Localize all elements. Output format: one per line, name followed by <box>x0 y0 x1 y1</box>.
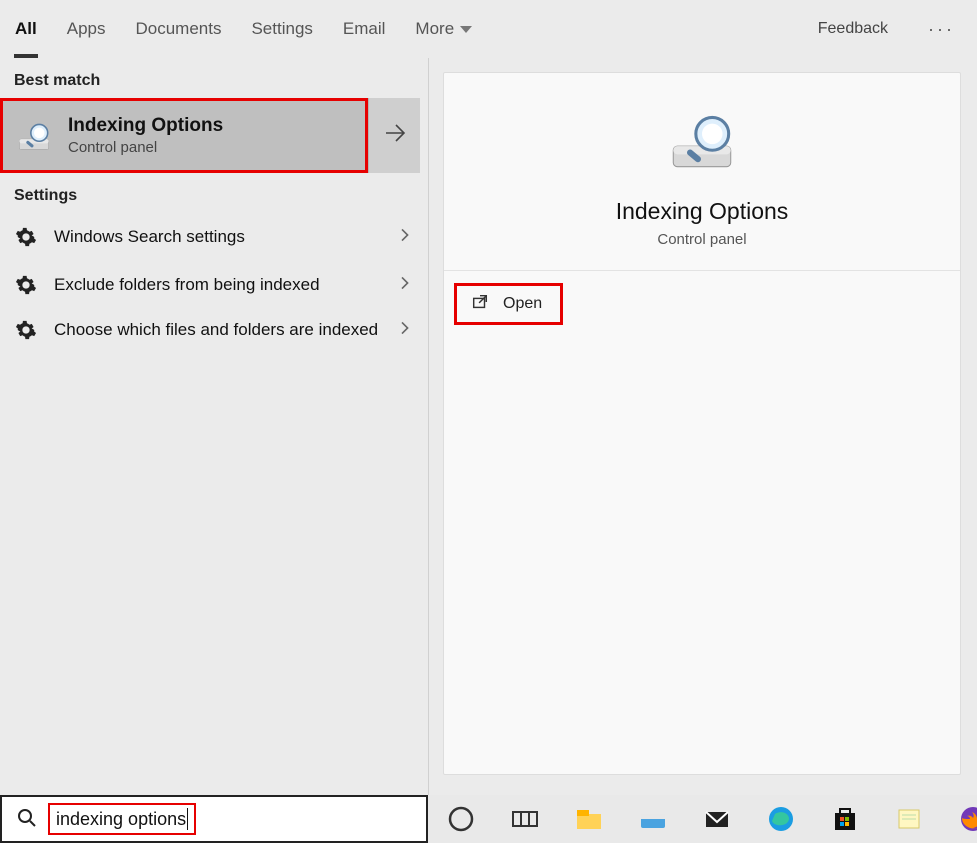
settings-result-exclude-folders[interactable]: Exclude folders from being indexed <box>0 261 428 309</box>
indexing-options-icon <box>14 116 54 156</box>
feedback-link[interactable]: Feedback <box>803 0 906 58</box>
open-action-label: Open <box>503 295 542 313</box>
tab-email[interactable]: Email <box>328 0 401 58</box>
results-column: Best match Indexing Options Control pane… <box>0 58 428 795</box>
settings-result-windows-search[interactable]: Windows Search settings <box>0 213 428 261</box>
details-title: Indexing Options <box>616 198 789 225</box>
settings-item-label: Windows Search settings <box>54 226 382 248</box>
gear-icon <box>14 226 38 248</box>
best-match-main[interactable]: Indexing Options Control panel <box>0 98 368 173</box>
tab-documents[interactable]: Documents <box>120 0 236 58</box>
open-action[interactable]: Open <box>454 283 563 325</box>
taskbar <box>428 795 977 843</box>
section-header-settings: Settings <box>0 173 428 213</box>
settings-item-label: Exclude folders from being indexed <box>54 274 382 296</box>
taskbar-edge-icon[interactable] <box>766 804 796 834</box>
search-icon <box>16 807 36 832</box>
gear-icon <box>14 319 38 341</box>
taskbar-notes-icon[interactable] <box>894 804 924 834</box>
tab-more-label: More <box>415 19 454 39</box>
details-header: Indexing Options Control panel <box>444 73 960 271</box>
best-match-subtitle: Control panel <box>68 139 223 156</box>
taskbar-store-icon[interactable] <box>830 804 860 834</box>
arrow-right-icon <box>382 120 408 151</box>
tab-apps[interactable]: Apps <box>52 0 121 58</box>
more-options-button[interactable]: ··· <box>906 0 977 58</box>
best-match-expand-button[interactable] <box>368 98 420 173</box>
settings-result-choose-files[interactable]: Choose which files and folders are index… <box>0 309 428 351</box>
best-match-title: Indexing Options <box>68 115 223 137</box>
search-query-text: indexing options <box>56 809 186 830</box>
chevron-right-icon <box>398 320 414 341</box>
gear-icon <box>14 274 38 296</box>
section-header-best-match: Best match <box>0 58 428 98</box>
taskbar-file-explorer-icon[interactable] <box>574 804 604 834</box>
details-panel: Indexing Options Control panel Open <box>443 72 961 775</box>
details-subtitle: Control panel <box>657 231 746 248</box>
taskbar-firefox-icon[interactable] <box>958 804 977 834</box>
chevron-right-icon <box>398 227 414 248</box>
indexing-options-icon <box>663 101 741 184</box>
search-box[interactable]: indexing options <box>0 795 428 843</box>
open-icon <box>471 293 489 316</box>
tab-all[interactable]: All <box>0 0 52 58</box>
taskbar-keyboard-icon[interactable] <box>638 804 668 834</box>
filter-tabs: All Apps Documents Settings Email More F… <box>0 0 977 58</box>
text-caret <box>187 808 188 830</box>
chevron-down-icon <box>460 26 472 33</box>
chevron-right-icon <box>398 275 414 296</box>
taskbar-taskview-icon[interactable] <box>510 804 540 834</box>
best-match-result[interactable]: Indexing Options Control panel <box>0 98 428 173</box>
taskbar-mail-icon[interactable] <box>702 804 732 834</box>
taskbar-cortana-icon[interactable] <box>446 804 476 834</box>
tab-more[interactable]: More <box>400 0 487 58</box>
settings-item-label: Choose which files and folders are index… <box>54 319 382 341</box>
tab-settings[interactable]: Settings <box>236 0 327 58</box>
search-results-panel: All Apps Documents Settings Email More F… <box>0 0 977 795</box>
column-divider <box>428 58 429 795</box>
search-input[interactable]: indexing options <box>48 803 196 835</box>
